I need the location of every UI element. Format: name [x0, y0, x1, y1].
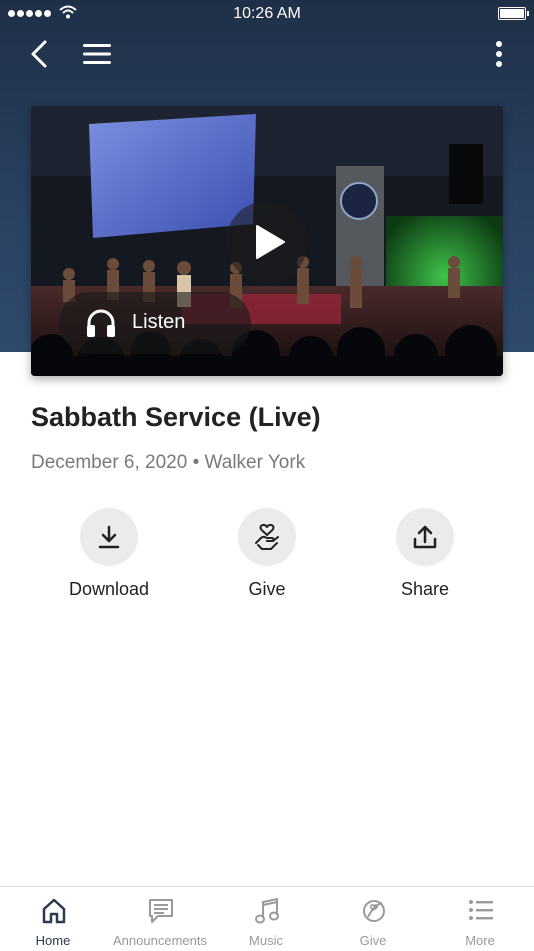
download-circle[interactable] — [80, 508, 138, 566]
tab-music-label: Music — [249, 933, 283, 948]
music-icon — [255, 897, 279, 924]
bottom-tab-bar: Home Announcements Music Give More — [0, 886, 534, 951]
download-label: Download — [68, 579, 150, 599]
tab-give[interactable]: Give — [320, 887, 426, 951]
tab-announcements-label: Announcements — [113, 933, 207, 948]
tab-more[interactable]: More — [427, 887, 533, 951]
chevron-left-icon[interactable] — [26, 38, 56, 70]
tab-home-label: Home — [35, 933, 71, 948]
tab-give-label: Give — [359, 933, 387, 948]
share-circle[interactable] — [396, 508, 454, 566]
tab-music[interactable]: Music — [213, 887, 319, 951]
home-icon — [42, 898, 66, 924]
play-icon — [256, 225, 285, 259]
list-icon — [469, 900, 493, 920]
hamburger-icon[interactable] — [80, 40, 114, 68]
listen-label: Listen — [132, 311, 186, 333]
play-button[interactable] — [226, 201, 308, 283]
download-icon — [98, 525, 120, 549]
tab-announcements[interactable]: Announcements — [107, 887, 213, 951]
headphones-icon — [87, 309, 115, 337]
give-button[interactable]: Give — [202, 508, 332, 600]
tab-home[interactable]: Home — [0, 887, 106, 951]
sermon-video-thumbnail[interactable]: Listen — [31, 106, 503, 376]
give-icon — [363, 900, 385, 922]
more-vertical-icon[interactable] — [490, 38, 508, 72]
sermon-meta: December 6, 2020 • Walker York — [31, 452, 306, 473]
share-button[interactable]: Share — [360, 508, 490, 600]
battery-icon — [498, 7, 529, 20]
give-label: Give — [248, 579, 286, 599]
give-heart-hand-icon — [255, 523, 279, 550]
announcements-icon — [149, 899, 173, 923]
share-icon — [413, 525, 437, 549]
sermon-title: Sabbath Service (Live) — [31, 402, 321, 432]
tab-more-label: More — [465, 933, 495, 948]
share-label: Share — [400, 579, 450, 599]
listen-button[interactable]: Listen — [59, 292, 251, 354]
status-bar: 10:26 AM — [0, 0, 534, 28]
download-button[interactable]: Download — [44, 508, 174, 600]
status-time: 10:26 AM — [233, 5, 301, 22]
give-circle[interactable] — [238, 508, 296, 566]
